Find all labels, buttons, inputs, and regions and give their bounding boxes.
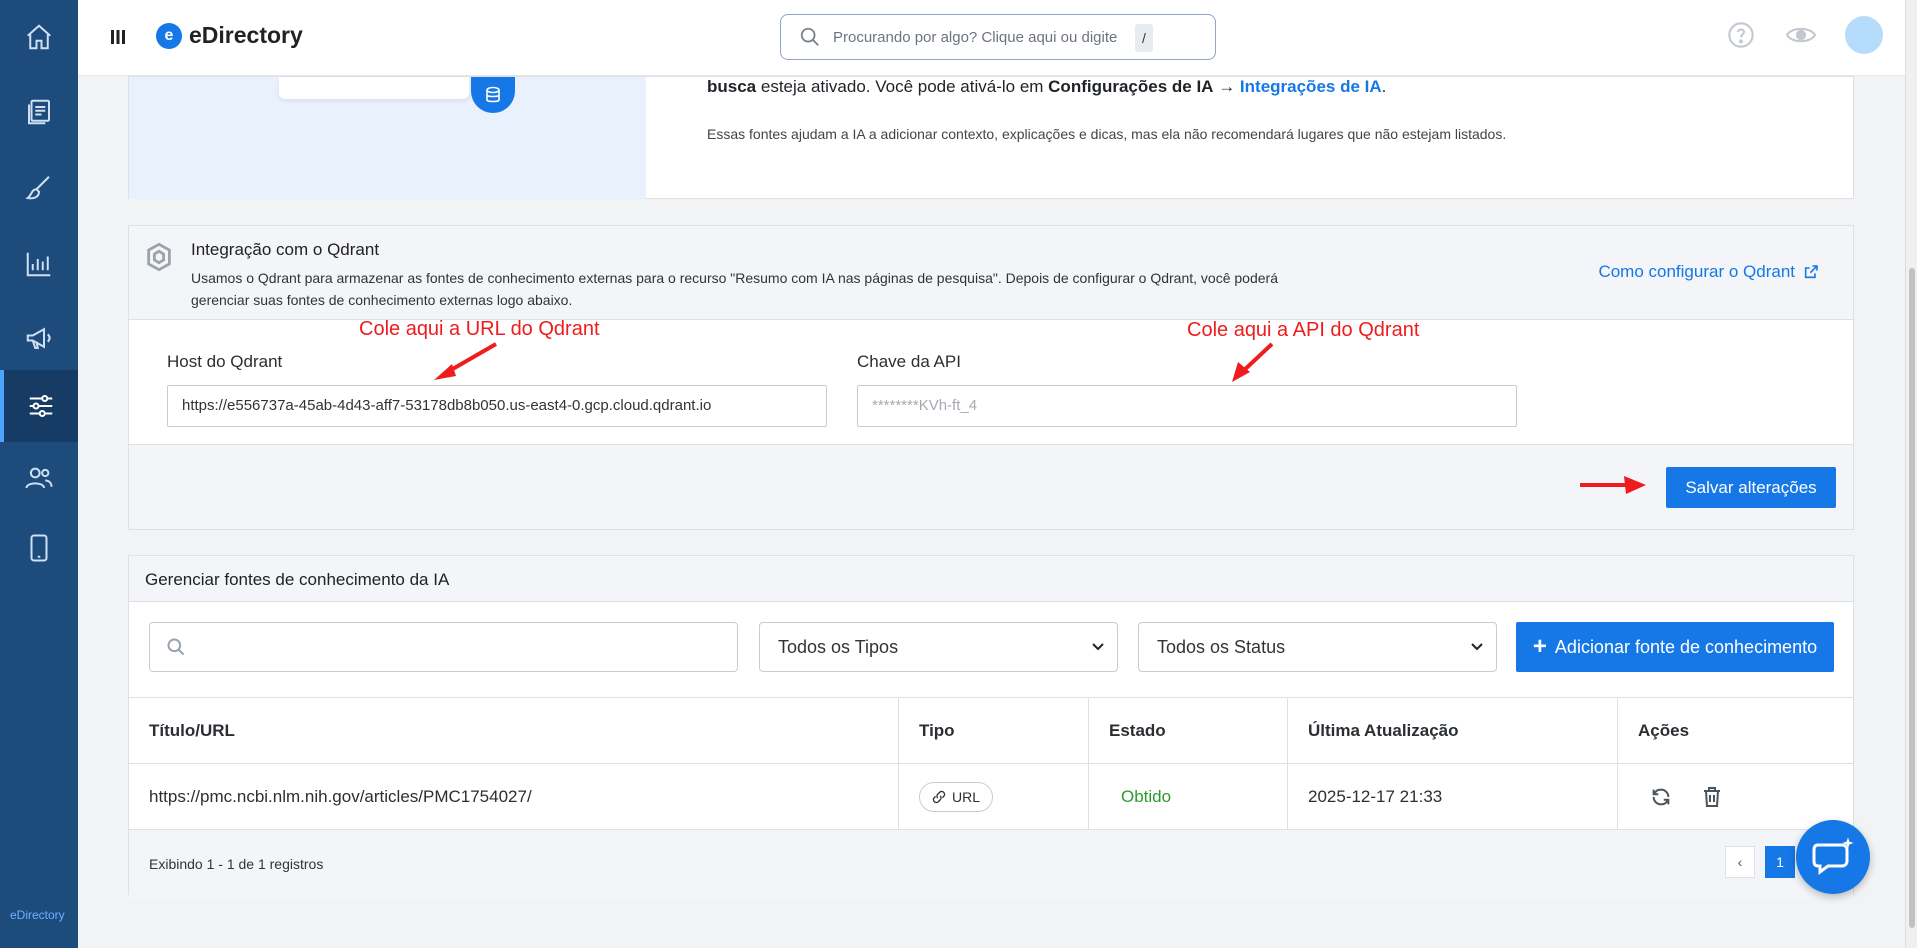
qdrant-header: Integração com o Qdrant Usamos o Qdrant … bbox=[129, 226, 1853, 320]
sidebar-item-home[interactable] bbox=[0, 1, 78, 73]
topbar: e eDirectory Procurando por algo? Clique… bbox=[78, 0, 1917, 76]
records-count: Exibindo 1 - 1 de 1 registros bbox=[149, 856, 324, 872]
status-filter-value: Todos os Status bbox=[1157, 636, 1286, 657]
qdrant-title: Integração com o Qdrant bbox=[191, 240, 380, 259]
knowledge-table: Título/URL Tipo Estado Última Atualizaçã… bbox=[129, 698, 1853, 898]
status-badge: Obtido bbox=[1121, 787, 1172, 806]
table-header: Título/URL Tipo Estado Última Atualizaçã… bbox=[129, 698, 1853, 764]
chat-icon bbox=[1812, 837, 1854, 875]
knowledge-sources-card: Gerenciar fontes de conhecimento da IA T… bbox=[128, 555, 1854, 898]
table-footer: Exibindo 1 - 1 de 1 registros ‹ 1 bbox=[129, 830, 1853, 898]
refresh-icon[interactable] bbox=[1650, 786, 1672, 808]
global-search-input[interactable]: Procurando por algo? Clique aqui ou digi… bbox=[780, 14, 1216, 60]
row-title: https://pmc.ncbi.nlm.nih.gov/articles/PM… bbox=[129, 764, 899, 830]
ai-sources-info-card: busca esteja ativado. Você pode ativá-lo… bbox=[128, 76, 1854, 199]
search-shortcut-key: / bbox=[1135, 24, 1153, 52]
qdrant-logo-icon bbox=[145, 242, 173, 277]
row-status: Obtido bbox=[1089, 764, 1288, 830]
database-icon bbox=[471, 77, 515, 113]
row-updated: 2025-12-17 21:33 bbox=[1288, 764, 1618, 830]
mobile-icon bbox=[30, 534, 48, 562]
pagination-prev-button[interactable]: ‹ bbox=[1725, 846, 1755, 878]
sidebar-item-design[interactable] bbox=[0, 152, 78, 224]
external-link-icon bbox=[1804, 265, 1818, 279]
search-icon bbox=[800, 27, 819, 46]
knowledge-sources-title: Gerenciar fontes de conhecimento da IA bbox=[129, 556, 1853, 602]
annotation-arrow-save bbox=[1580, 476, 1646, 494]
type-badge: URL bbox=[919, 782, 994, 812]
qdrant-host-input[interactable]: https://e556737a-45ab-4d43-aff7-53178db8… bbox=[167, 385, 827, 427]
sidebar-item-mobile[interactable] bbox=[0, 512, 78, 584]
sidebar-item-promotion[interactable] bbox=[0, 302, 78, 374]
users-icon bbox=[25, 467, 53, 489]
menu-icon bbox=[111, 30, 125, 44]
save-changes-button[interactable]: Salvar alterações bbox=[1666, 467, 1836, 508]
link-icon bbox=[932, 790, 946, 804]
annotation-arrow-host bbox=[434, 342, 497, 380]
info-text-context: Essas fontes ajudam a IA a adicionar con… bbox=[707, 126, 1507, 142]
search-placeholder: Procurando por algo? Clique aqui ou digi… bbox=[833, 28, 1118, 46]
sidebar-item-reports[interactable] bbox=[0, 228, 78, 300]
annotation-arrow-api bbox=[1232, 342, 1274, 382]
qdrant-help-link-label: Como configurar o Qdrant bbox=[1598, 262, 1795, 281]
qdrant-api-key-input[interactable]: ********KVh-ft_4 bbox=[857, 385, 1517, 427]
knowledge-filters: Todos os Tipos Todos os Status + Adicion… bbox=[129, 602, 1853, 698]
table-row: https://pmc.ncbi.nlm.nih.gov/articles/PM… bbox=[129, 764, 1853, 830]
qdrant-help-link[interactable]: Como configurar o Qdrant bbox=[1598, 262, 1819, 282]
type-filter-value: Todos os Tipos bbox=[778, 636, 899, 657]
page-scrollbar[interactable] bbox=[1905, 0, 1917, 948]
info-illustration bbox=[129, 77, 646, 199]
logo-text: eDirectory bbox=[189, 22, 303, 48]
host-label: Host do Qdrant bbox=[167, 352, 283, 371]
row-actions bbox=[1618, 764, 1854, 830]
sidebar-brand: eDirectory bbox=[10, 908, 65, 922]
annotation-api: Cole aqui a API do Qdrant bbox=[1187, 319, 1420, 341]
add-knowledge-source-label: Adicionar fonte de conhecimento bbox=[1554, 636, 1818, 657]
sidebar-item-content[interactable] bbox=[0, 76, 78, 148]
scrollbar-thumb[interactable] bbox=[1909, 268, 1915, 928]
ai-integrations-link[interactable]: Integrações de IA bbox=[1240, 77, 1382, 96]
plus-icon: + bbox=[1532, 633, 1547, 660]
type-filter-select[interactable]: Todos os Tipos bbox=[759, 622, 1118, 672]
design-icon bbox=[25, 176, 50, 200]
type-badge-label: URL bbox=[952, 789, 981, 805]
trash-icon[interactable] bbox=[1702, 786, 1722, 808]
qdrant-description: Usamos o Qdrant para armazenar as fontes… bbox=[191, 270, 1278, 308]
chat-support-button[interactable] bbox=[1796, 820, 1870, 894]
search-icon bbox=[167, 638, 185, 656]
column-header-status[interactable]: Estado bbox=[1089, 698, 1288, 764]
pagination-page-1[interactable]: 1 bbox=[1765, 846, 1795, 878]
status-filter-select[interactable]: Todos os Status bbox=[1138, 622, 1497, 672]
sidebar-item-settings[interactable] bbox=[0, 370, 78, 442]
info-text-activation: busca esteja ativado. Você pode ativá-lo… bbox=[707, 77, 1387, 96]
menu-toggle-button[interactable] bbox=[110, 28, 126, 51]
add-knowledge-source-button[interactable]: + Adicionar fonte de conhecimento bbox=[1516, 622, 1834, 672]
api-key-label: Chave da API bbox=[857, 352, 961, 371]
chevron-down-icon bbox=[1471, 643, 1483, 651]
column-header-title[interactable]: Título/URL bbox=[129, 698, 899, 764]
home-icon bbox=[27, 24, 51, 50]
sidebar-item-users[interactable] bbox=[0, 442, 78, 514]
help-icon[interactable] bbox=[1727, 21, 1755, 49]
settings-icon bbox=[29, 395, 53, 417]
row-type: URL bbox=[899, 764, 1089, 830]
reports-icon bbox=[26, 252, 51, 277]
knowledge-search-input[interactable] bbox=[149, 622, 738, 672]
preview-eye-icon[interactable] bbox=[1785, 21, 1817, 49]
promotion-icon bbox=[26, 327, 51, 349]
column-header-actions: Ações bbox=[1638, 721, 1690, 740]
column-header-type[interactable]: Tipo bbox=[899, 698, 1089, 764]
sidebar: eDirectory bbox=[0, 0, 78, 948]
column-header-updated[interactable]: Última Atualização bbox=[1288, 698, 1618, 764]
logo-badge: e bbox=[156, 22, 182, 49]
illustration-panel bbox=[279, 77, 469, 99]
user-avatar[interactable] bbox=[1845, 16, 1883, 54]
logo[interactable]: e eDirectory bbox=[156, 22, 303, 49]
content-icon bbox=[28, 99, 50, 125]
chevron-down-icon bbox=[1092, 643, 1104, 651]
